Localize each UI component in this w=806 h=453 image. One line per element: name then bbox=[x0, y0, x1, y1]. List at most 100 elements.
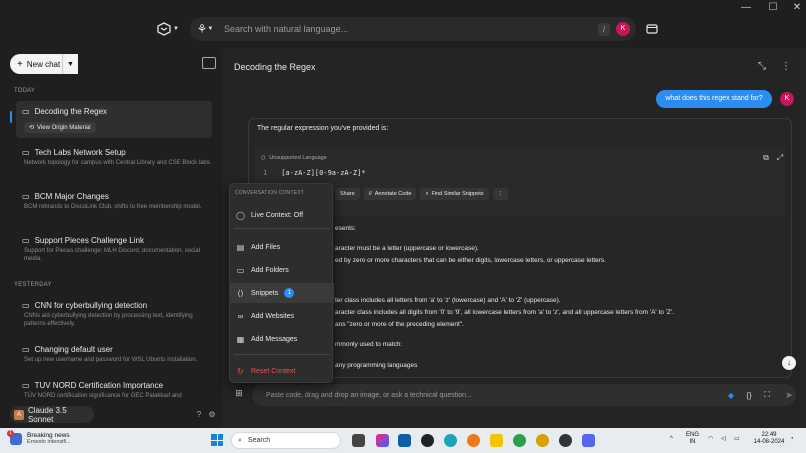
answer-line: ter class includes all letters from 'a' … bbox=[335, 297, 561, 304]
screenshot-icon[interactable]: ⛶ bbox=[758, 386, 776, 404]
title-bar: — ☐ ✕ bbox=[0, 0, 806, 16]
expand-icon[interactable]: ⤢ bbox=[775, 153, 785, 163]
chat-subtitle: CNNs aid cyberbullying detection by proc… bbox=[24, 313, 193, 327]
pieces-drive-icon[interactable]: ◆ bbox=[722, 386, 740, 404]
model-selector[interactable]: A Claude 3.5 Sonnet bbox=[10, 406, 94, 424]
search-icon: ⌕ bbox=[238, 436, 242, 444]
new-chat-label: New chat bbox=[26, 59, 61, 69]
battery-icon[interactable]: ▭ bbox=[734, 436, 740, 443]
language-indicator[interactable]: ENG IN bbox=[686, 432, 699, 446]
dell-icon[interactable] bbox=[421, 434, 434, 447]
settings-icon[interactable]: ⚙ bbox=[207, 410, 217, 420]
chrome-icon[interactable] bbox=[513, 434, 526, 447]
chat-title: Tech Labs Network Setup bbox=[34, 148, 126, 157]
add-folders-label: Add Folders bbox=[251, 266, 289, 274]
chat-item-default-user[interactable]: ▭ Changing default user Set up new userna… bbox=[16, 345, 212, 364]
share-button[interactable]: Share bbox=[335, 188, 360, 200]
windows-start-icon[interactable] bbox=[211, 434, 223, 446]
date: 14-08-2024 bbox=[753, 439, 785, 445]
send-icon[interactable]: ➤ bbox=[782, 388, 796, 402]
clock[interactable]: 22:49 14-08-2024 bbox=[750, 432, 788, 446]
maximize-icon[interactable]: ☐ bbox=[767, 2, 779, 14]
news-widget[interactable]: 1 Breaking news Ernesto intensifi... bbox=[7, 429, 71, 445]
add-messages-item[interactable]: ▦ Add Messages bbox=[230, 329, 334, 349]
wifi-icon[interactable]: ◠ bbox=[708, 436, 713, 443]
minimize-icon[interactable]: — bbox=[740, 2, 752, 14]
add-websites-item[interactable]: ∞ Add Websites bbox=[230, 306, 334, 326]
chrome-canary-icon[interactable] bbox=[536, 434, 549, 447]
chat-input-placeholder[interactable]: Paste code, drag and drop an image, or a… bbox=[252, 392, 722, 399]
search-model-selector[interactable]: ⚘ ▼ bbox=[190, 17, 220, 41]
chat-item-decoding-regex[interactable]: ▭ Decoding the Regex ⟲ View Origin Mater… bbox=[16, 101, 212, 138]
pieces-logo-icon bbox=[157, 22, 171, 36]
toggle-circle-icon: ◯ bbox=[236, 210, 245, 220]
chat-subtitle: Network topology for campus with Central… bbox=[24, 160, 212, 166]
windows-taskbar: 1 Breaking news Ernesto intensifi... ⌕ S… bbox=[0, 428, 806, 453]
close-icon[interactable]: ✕ bbox=[791, 2, 803, 14]
chat-item-tech-labs[interactable]: ▭ Tech Labs Network Setup Network topolog… bbox=[16, 148, 212, 167]
more-options-icon[interactable]: ⋮ bbox=[780, 61, 792, 73]
find-similar-label: Find Similar Snippets bbox=[431, 191, 484, 197]
section-yesterday: YESTERDAY bbox=[14, 282, 52, 288]
annotate-code-button[interactable]: //Annotate Code bbox=[363, 188, 417, 200]
scroll-down-icon[interactable]: ↓ bbox=[782, 356, 796, 370]
chevron-down-icon: ▼ bbox=[207, 26, 214, 32]
snippets-item[interactable]: ⟨⟩ Snippets 1 bbox=[230, 283, 334, 303]
notification-bell-icon[interactable]: ◔ bbox=[790, 436, 794, 443]
plus-icon: + bbox=[17, 58, 23, 70]
discord-icon[interactable] bbox=[582, 434, 595, 447]
pieces-taskbar-icon[interactable] bbox=[559, 434, 572, 447]
firefox-icon[interactable] bbox=[467, 434, 480, 447]
chat-item-cnn[interactable]: ▭ CNN for cyberbullying detection CNNs ai… bbox=[16, 301, 212, 328]
chevron-up-icon[interactable]: ^ bbox=[670, 436, 673, 443]
answer-line: esents: bbox=[335, 225, 356, 232]
find-similar-button[interactable]: ⌕ Find Similar Snippets bbox=[420, 188, 489, 200]
search-input[interactable]: Search with natural language... bbox=[220, 24, 598, 34]
chat-subtitle: BCM rebrands to DiscoLink Club, shifts t… bbox=[24, 204, 202, 210]
file-explorer-icon[interactable] bbox=[490, 434, 503, 447]
annotate-icon: // bbox=[368, 191, 372, 197]
divider bbox=[234, 228, 330, 229]
collapse-icon[interactable]: ⤡ bbox=[756, 61, 768, 73]
app-logo-button[interactable]: ▼ bbox=[152, 17, 184, 41]
context-menu-header: CONVERSATION CONTEXT bbox=[235, 190, 304, 196]
copy-icon[interactable]: ⧉ bbox=[761, 153, 771, 163]
sidebar-toggle-icon[interactable] bbox=[202, 57, 216, 69]
chat-title: Decoding the Regex bbox=[34, 107, 108, 116]
chat-bubble-icon: ▭ bbox=[22, 301, 30, 310]
volume-icon[interactable]: ◁ bbox=[721, 436, 726, 443]
sidebar: + New chat ▼ TODAY ▭ Decoding the Regex … bbox=[0, 48, 222, 428]
chat-item-support-pieces[interactable]: ▭ Support Pieces Challenge Link Support f… bbox=[16, 236, 212, 263]
edge-icon[interactable] bbox=[444, 434, 457, 447]
chat-title: BCM Major Changes bbox=[34, 192, 109, 201]
region-code: IN bbox=[689, 439, 696, 445]
add-folders-item[interactable]: ▭ Add Folders bbox=[230, 260, 334, 280]
more-vertical-icon: ⋮ bbox=[497, 191, 504, 197]
code-brackets-icon[interactable]: {} bbox=[740, 386, 758, 404]
view-origin-button[interactable]: ⟲ View Origin Material bbox=[24, 122, 96, 133]
live-context-toggle[interactable]: ◯ Live Context: Off bbox=[230, 205, 334, 225]
user-avatar[interactable]: K bbox=[616, 22, 630, 36]
add-context-icon[interactable]: ⊞ bbox=[232, 386, 246, 400]
share-label: Share bbox=[340, 191, 355, 197]
store-icon[interactable] bbox=[398, 434, 411, 447]
message-icon: ▦ bbox=[236, 334, 245, 344]
taskbar-search[interactable]: ⌕ Search bbox=[231, 432, 341, 449]
more-code-actions-button[interactable]: ⋮ bbox=[492, 188, 509, 200]
shortcut-hint: / bbox=[598, 22, 610, 36]
reset-context-item[interactable]: ↻ Reset Context bbox=[230, 361, 334, 381]
origin-icon: ⟲ bbox=[29, 125, 35, 131]
help-icon[interactable]: ? bbox=[194, 410, 204, 420]
chat-bubble-icon: ▭ bbox=[22, 345, 30, 354]
task-view-icon[interactable] bbox=[352, 434, 365, 447]
chat-item-tuv-nord[interactable]: ▭ TUV NORD Certification Importance TÜV N… bbox=[16, 381, 212, 400]
add-files-item[interactable]: ▤ Add Files bbox=[230, 237, 334, 257]
open-window-button[interactable] bbox=[640, 17, 664, 41]
chat-bubble-icon: ▭ bbox=[22, 381, 30, 390]
global-search-bar[interactable]: ⚘ ▼ Search with natural language... / K bbox=[190, 17, 636, 41]
snippets-label: Snippets bbox=[251, 289, 279, 297]
code-snippet: ⟨⟩ Unsupported Language ⧉ ⤢ 1 [a-zA-Z][0-… bbox=[255, 147, 785, 217]
chat-item-bcm[interactable]: ▭ BCM Major Changes BCM rebrands to Disco… bbox=[16, 192, 212, 211]
copilot-icon[interactable] bbox=[376, 434, 389, 447]
chat-input[interactable]: Paste code, drag and drop an image, or a… bbox=[252, 384, 796, 406]
